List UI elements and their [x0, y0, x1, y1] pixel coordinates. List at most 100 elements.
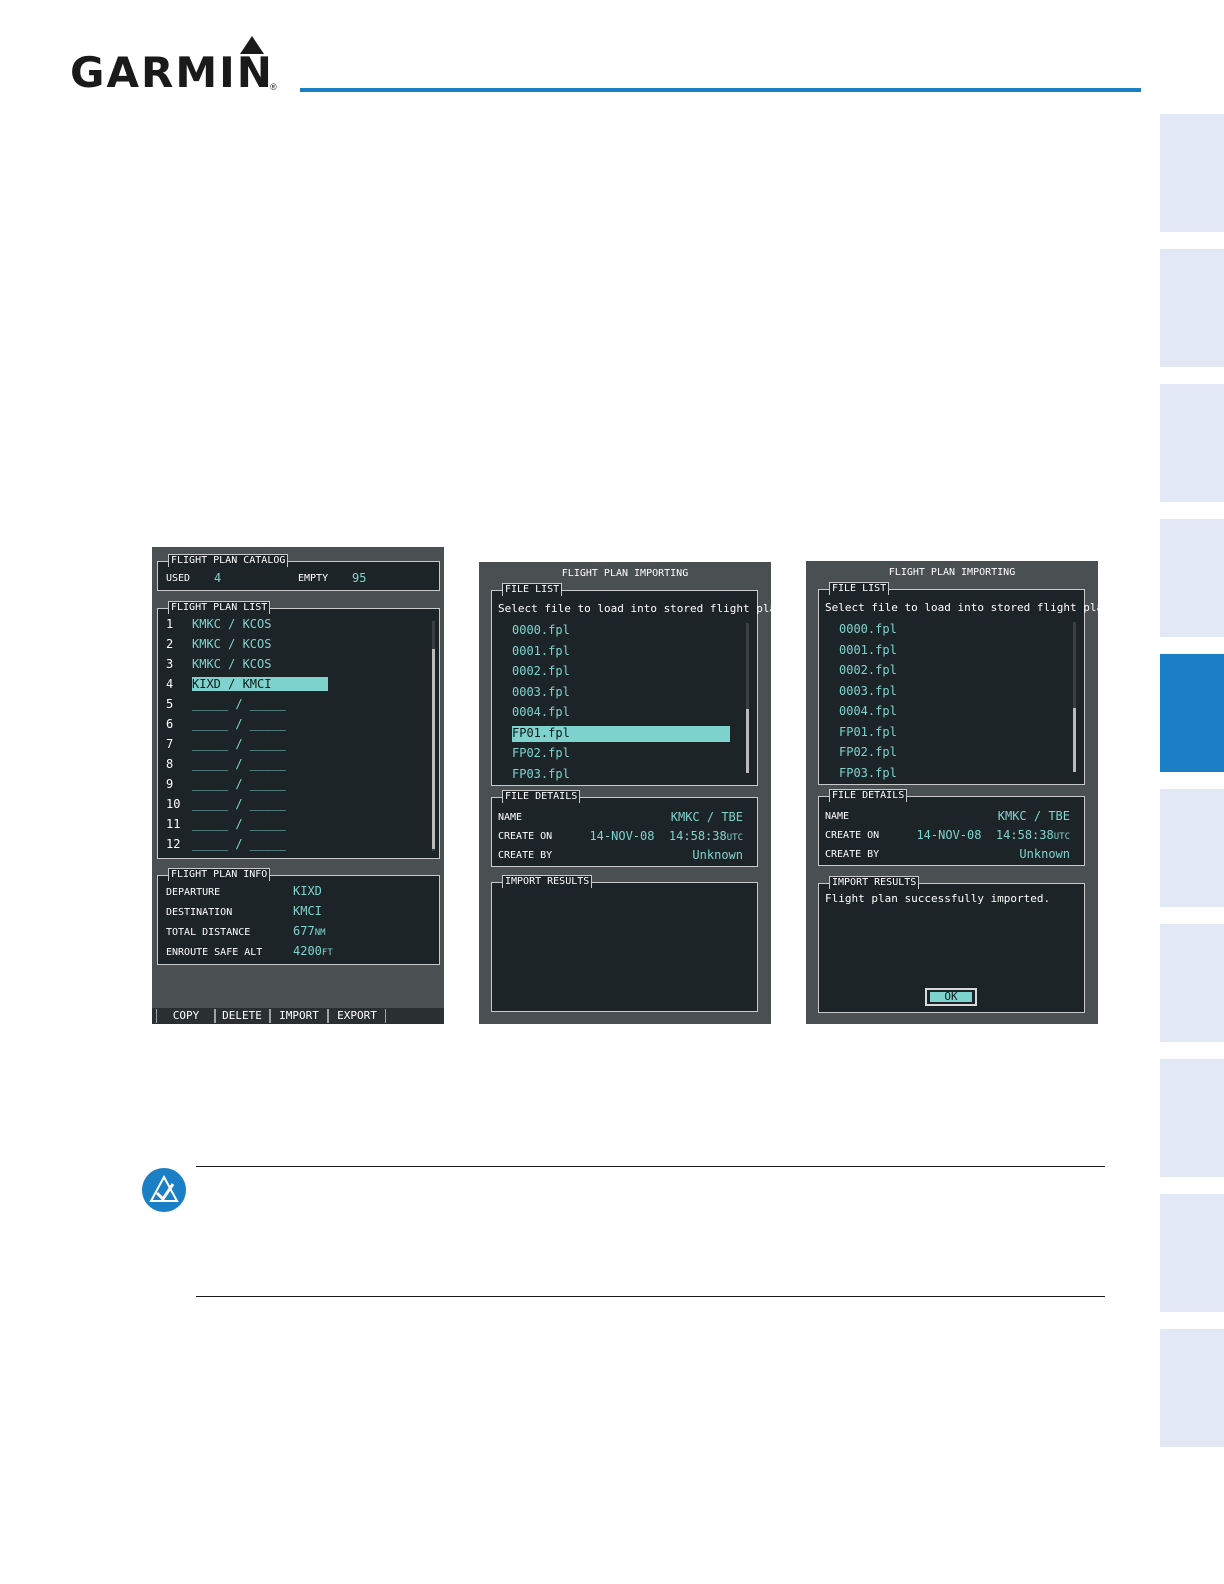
file-details-title-success: FILE DETAILS	[829, 789, 908, 802]
name-label: NAME	[498, 812, 523, 823]
flight-plan-row[interactable]: 6 _____ / _____	[166, 717, 416, 733]
file-scrollbar-success[interactable]	[1073, 708, 1076, 772]
export-softkey[interactable]: EXPORT	[328, 1009, 386, 1023]
side-tab-3[interactable]	[1160, 384, 1224, 502]
file-prompt: Select file to load into stored flight p…	[498, 602, 803, 615]
file-list-item[interactable]: FP02.fpl	[512, 746, 570, 762]
create-on-value: 14-NOV-08 14:58:38UTC	[589, 829, 743, 843]
name-label-success: NAME	[825, 811, 850, 822]
departure-value: KIXD	[293, 884, 322, 898]
note-check-icon	[142, 1168, 186, 1212]
side-tab-4[interactable]	[1160, 519, 1224, 637]
file-list-item[interactable]: 0004.fpl	[512, 705, 570, 721]
file-list-item[interactable]: FP01.fpl	[839, 725, 897, 741]
file-list-item[interactable]: 0004.fpl	[839, 704, 897, 720]
flight-plan-row[interactable]: 1 KMKC / KCOS	[166, 617, 416, 633]
flight-plan-row-route: _____ / _____	[192, 717, 286, 731]
flight-plan-row[interactable]: 11 _____ / _____	[166, 817, 416, 833]
flight-plan-row-route: _____ / _____	[192, 757, 286, 771]
list-scrollbar[interactable]	[432, 649, 435, 849]
import-result-message: Flight plan successfully imported.	[825, 892, 1051, 905]
file-list-item[interactable]: FP02.fpl	[839, 745, 897, 761]
flight-plan-row-number: 7	[166, 737, 174, 751]
create-on-label-success: CREATE ON	[825, 830, 880, 841]
flight-plan-info-title: FLIGHT PLAN INFO	[168, 868, 271, 881]
create-by-label-success: CREATE BY	[825, 849, 880, 860]
name-value-success: KMKC / TBE	[997, 809, 1070, 823]
file-list-title: FILE LIST	[502, 583, 563, 596]
catalog-title: FLIGHT PLAN CATALOG	[168, 554, 289, 567]
flight-plan-row[interactable]: 4 KIXD / KMCI	[166, 677, 416, 693]
file-list-item[interactable]: 0003.fpl	[839, 684, 897, 700]
flight-plan-row[interactable]: 5 _____ / _____	[166, 697, 416, 713]
delete-softkey[interactable]: DELETE	[214, 1009, 270, 1023]
flight-plan-row[interactable]: 3 KMKC / KCOS	[166, 657, 416, 673]
file-list-item[interactable]: FP03.fpl	[839, 766, 897, 782]
flight-plan-row[interactable]: 2 KMKC / KCOS	[166, 637, 416, 653]
side-tab-10[interactable]	[1160, 1329, 1224, 1447]
file-list-item[interactable]: 0003.fpl	[512, 685, 570, 701]
empty-value: 95	[352, 571, 367, 585]
import-results-panel: IMPORT RESULTS	[491, 875, 758, 1012]
file-list-item[interactable]: 0002.fpl	[839, 663, 897, 679]
softkey-bar: COPY DELETE IMPORT EXPORT	[152, 1008, 444, 1024]
file-list-title-success: FILE LIST	[829, 582, 890, 595]
flight-plan-row[interactable]: 10 _____ / _____	[166, 797, 416, 813]
flight-plan-row-route: KMKC / KCOS	[192, 617, 272, 631]
import-results-title: IMPORT RESULTS	[502, 875, 593, 888]
total-distance-label: TOTAL DISTANCE	[166, 927, 251, 938]
file-prompt-success: Select file to load into stored flight p…	[825, 601, 1130, 614]
utc-unit: UTC	[726, 833, 743, 843]
destination-value: KMCI	[293, 904, 322, 918]
importing-title: FLIGHT PLAN IMPORTING	[561, 568, 689, 579]
side-tab-5-active[interactable]	[1160, 654, 1224, 772]
used-label: USED	[166, 573, 191, 584]
flight-plan-info-panel: FLIGHT PLAN INFO DEPARTURE KIXD DESTINAT…	[157, 868, 440, 965]
empty-label: EMPTY	[298, 573, 329, 584]
copy-softkey[interactable]: COPY	[156, 1009, 216, 1023]
side-tab-2[interactable]	[1160, 249, 1224, 367]
flight-plan-row-route: KMKC / KCOS	[192, 657, 272, 671]
flight-plan-row[interactable]: 7 _____ / _____	[166, 737, 416, 753]
flight-plan-row-route: _____ / _____	[192, 817, 286, 831]
file-scrollbar[interactable]	[746, 709, 749, 773]
side-tab-6[interactable]	[1160, 789, 1224, 907]
garmin-logo: GARMIN	[70, 48, 274, 97]
import-results-panel-success: IMPORT RESULTS Flight plan successfully …	[818, 876, 1085, 1013]
create-on-label: CREATE ON	[498, 831, 553, 842]
name-value: KMKC / TBE	[670, 810, 743, 824]
create-on-value-success: 14-NOV-08 14:58:38UTC	[916, 828, 1070, 842]
side-tab-1[interactable]	[1160, 114, 1224, 232]
file-list-item[interactable]: 0000.fpl	[839, 622, 897, 638]
side-tab-8[interactable]	[1160, 1059, 1224, 1177]
flight-plan-row-route: _____ / _____	[192, 837, 286, 851]
flight-plan-row-route: _____ / _____	[192, 737, 286, 751]
flight-plan-row-number: 9	[166, 777, 174, 791]
flight-plan-row-number: 1	[166, 617, 174, 631]
flight-plan-row[interactable]: 8 _____ / _____	[166, 757, 416, 773]
flight-plan-row-number: 2	[166, 637, 174, 651]
flight-plan-row-route: KMKC / KCOS	[192, 637, 272, 651]
file-list-panel: FILE LIST Select file to load into store…	[491, 583, 803, 786]
ok-button[interactable]: OK	[925, 988, 977, 1006]
flight-plan-row-number: 4	[166, 677, 174, 691]
flight-plan-row[interactable]: 9 _____ / _____	[166, 777, 416, 793]
registered-mark: ®	[270, 82, 277, 92]
file-list-item[interactable]: 0001.fpl	[512, 644, 570, 660]
flight-plan-list-title: FLIGHT PLAN LIST	[168, 601, 271, 614]
create-by-value-success: Unknown	[1019, 847, 1070, 861]
flight-plan-row-number: 10	[166, 797, 181, 811]
logo-triangle-icon	[240, 36, 264, 54]
file-list-item[interactable]: 0001.fpl	[839, 643, 897, 659]
side-tab-9[interactable]	[1160, 1194, 1224, 1312]
used-value: 4	[214, 571, 222, 585]
create-by-label: CREATE BY	[498, 850, 553, 861]
flight-plan-row[interactable]: 12 _____ / _____	[166, 837, 416, 853]
file-list-panel-success: FILE LIST Select file to load into store…	[818, 582, 1130, 785]
file-list-item[interactable]: FP01.fpl	[512, 725, 730, 742]
side-tab-7[interactable]	[1160, 924, 1224, 1042]
file-list-item[interactable]: 0002.fpl	[512, 664, 570, 680]
import-softkey[interactable]: IMPORT	[270, 1009, 328, 1023]
file-list-item[interactable]: FP03.fpl	[512, 767, 570, 783]
file-list-item[interactable]: 0000.fpl	[512, 623, 570, 639]
